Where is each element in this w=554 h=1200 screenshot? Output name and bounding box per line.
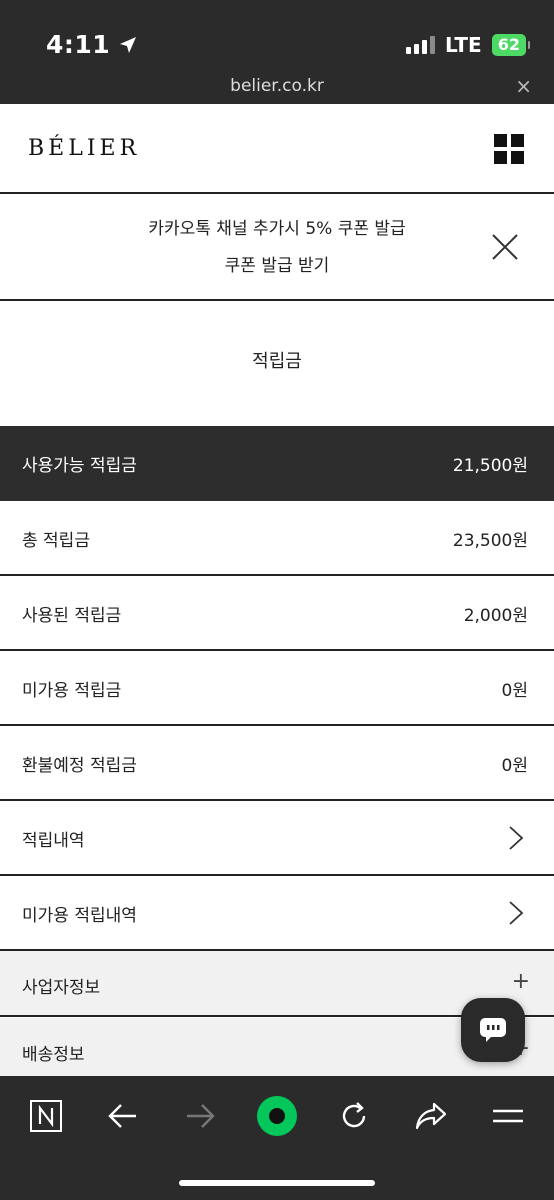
refund-points-row: 환불예정 적립금 0원 [0,726,554,801]
url-close-icon[interactable]: × [515,74,532,98]
naver-icon[interactable] [24,1094,68,1138]
row-label: 환불예정 적립금 [22,756,137,776]
signal-icon [405,36,435,54]
chevron-right-icon [509,901,524,925]
site-logo[interactable]: BÉLIER [28,136,140,161]
status-indicators: LTE 62 [405,33,531,57]
row-value: 0원 [501,756,528,776]
used-points-row: 사용된 적립금 2,000원 [0,576,554,651]
accordion-label: 배송정보 [22,1045,85,1065]
available-points-row: 사용가능 적립금 21,500원 [0,426,554,501]
points-history-link[interactable]: 적립내역 [0,801,554,876]
row-label: 총 적립금 [22,531,90,551]
row-value: 23,500원 [452,531,528,551]
row-value: 0원 [501,681,528,701]
row-label: 사용가능 적립금 [22,456,137,476]
status-time: 4:11 [46,30,138,59]
network-label: LTE [444,33,482,57]
site-header: BÉLIER [0,104,554,194]
share-icon[interactable] [409,1094,453,1138]
chat-icon [480,1018,506,1042]
home-indicator [179,1180,375,1186]
promo-banner: 카카오톡 채널 추가시 5% 쿠폰 발급 쿠폰 발급 받기 [0,194,554,301]
back-icon[interactable] [101,1094,145,1138]
pending-history-link[interactable]: 미가용 적립내역 [0,876,554,951]
status-bar: 4:11 LTE 62 [0,0,554,72]
location-arrow-icon [120,36,137,53]
row-value: 21,500원 [452,456,528,476]
green-dot-icon[interactable] [255,1094,299,1138]
coupon-link[interactable]: 쿠폰 발급 받기 [0,251,554,276]
page-title: 적립금 [252,351,302,372]
close-icon[interactable] [490,232,520,262]
menu-icon[interactable] [486,1094,530,1138]
reload-icon[interactable] [332,1094,376,1138]
chat-button[interactable] [461,998,525,1062]
plus-icon: + [511,969,530,994]
pending-points-row: 미가용 적립금 0원 [0,651,554,726]
row-label: 미가용 적립금 [22,681,122,701]
forward-icon[interactable] [178,1094,222,1138]
battery-icon: 62 [491,34,531,56]
row-label: 적립내역 [22,831,85,851]
row-label: 사용된 적립금 [22,606,122,626]
row-label: 미가용 적립내역 [22,906,137,926]
chevron-right-icon [509,826,524,850]
total-points-row: 총 적립금 23,500원 [0,501,554,576]
url-text[interactable]: belier.co.kr [0,76,554,96]
row-value: 2,000원 [463,606,528,626]
accordion-label: 사업자정보 [22,978,101,998]
banner-text: 카카오톡 채널 추가시 5% 쿠폰 발급 [148,219,406,239]
url-bar[interactable]: belier.co.kr × [0,72,554,104]
grid-menu-icon[interactable] [494,134,524,164]
